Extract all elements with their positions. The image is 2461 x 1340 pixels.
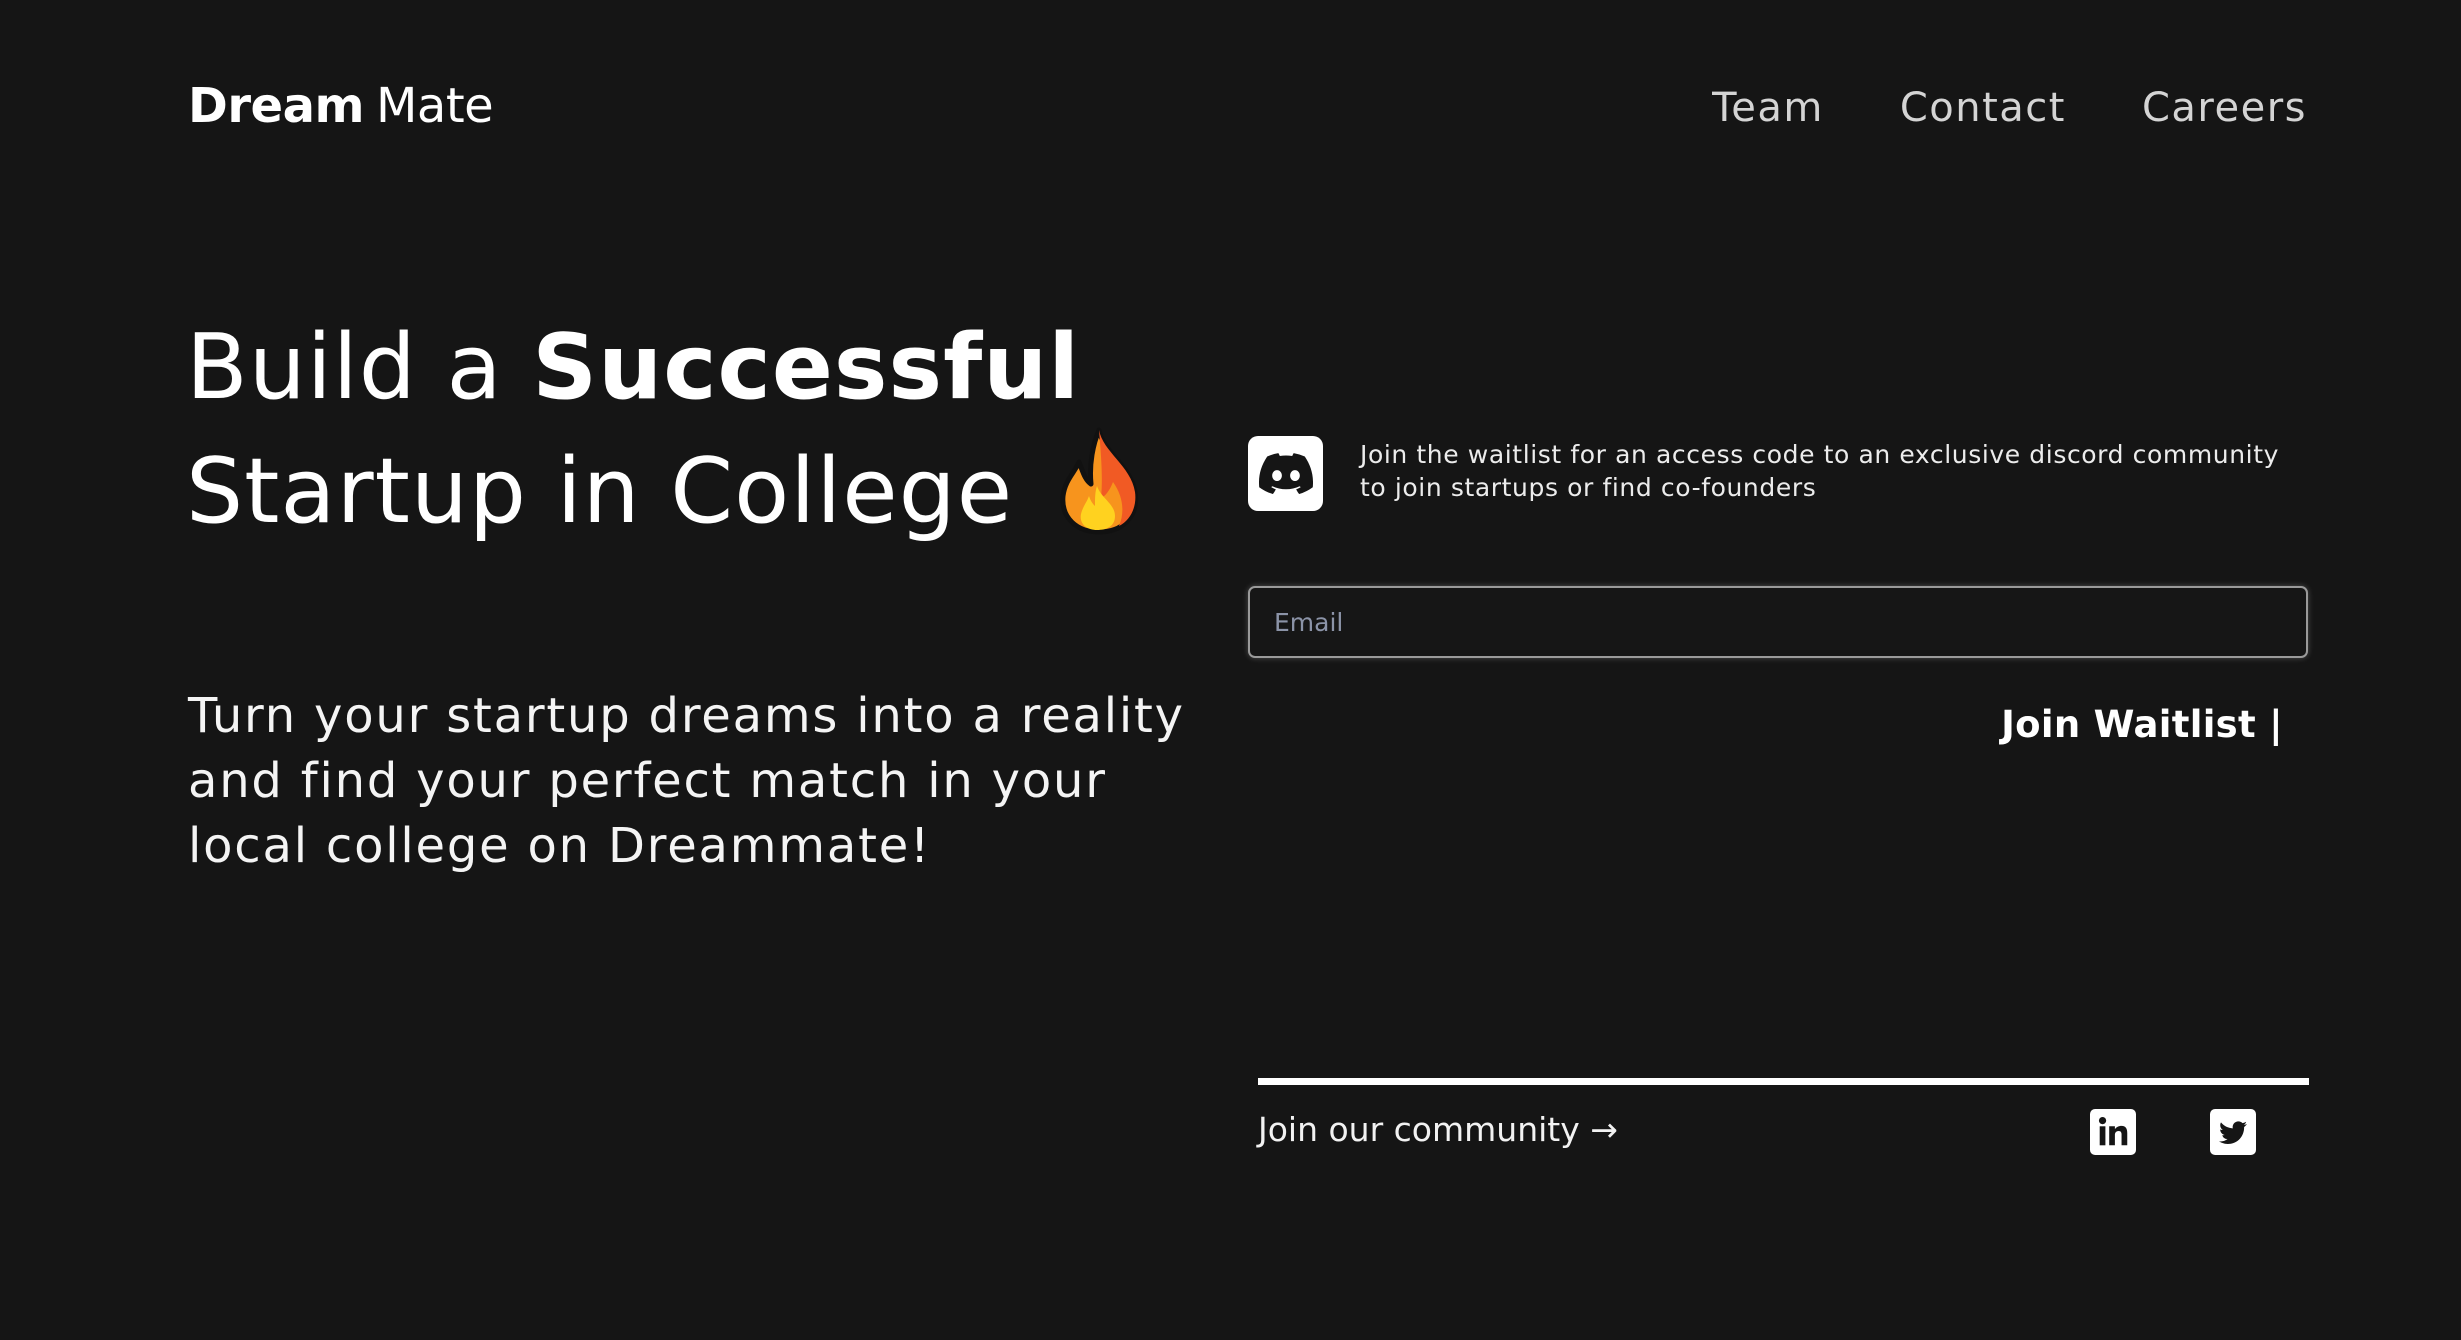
twitter-icon[interactable] [2210,1109,2256,1155]
logo-bold-text: Dream [188,78,364,134]
nav-link-contact[interactable]: Contact [1900,82,2066,134]
join-waitlist-button[interactable]: Join Waitlist | [2001,700,2283,750]
hero-subtitle: Turn your startup dreams into a reality … [188,688,1185,874]
nav-link-team[interactable]: Team [1712,82,1824,134]
waitlist-description: Join the waitlist for an access code to … [1360,440,2280,502]
hero-title: Build a Successful Startup in College [186,310,1145,550]
hero-title-prefix: Build a [186,315,533,420]
discord-icon [1248,436,1323,511]
site-logo[interactable]: Dream Mate [188,78,494,134]
hero-title-emphasis: Successful [532,315,1081,420]
fire-emoji-icon [1053,426,1145,536]
main-nav: Team Contact Careers [1712,82,2307,134]
community-divider [1258,1078,2309,1085]
email-input[interactable] [1248,586,2308,658]
join-community-link[interactable]: Join our community → [1258,1108,1618,1152]
hero-title-line2: Startup in College [186,439,1014,544]
logo-light-text: Mate [375,78,494,134]
linkedin-icon[interactable] [2090,1109,2136,1155]
nav-link-careers[interactable]: Careers [2142,82,2307,134]
